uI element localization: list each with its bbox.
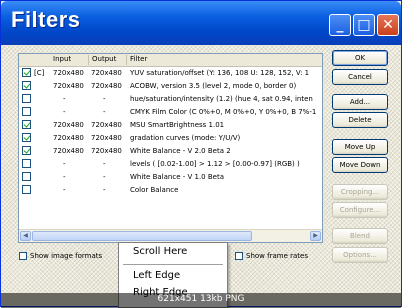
show-image-formats-checkbox[interactable] (19, 252, 27, 260)
show-image-formats-label: Show image formats (30, 252, 103, 260)
menu-separator (123, 264, 223, 265)
filters-window: Filters _ □ ✕ Input Output Filter [C] 72… (0, 0, 402, 308)
column-header-input[interactable]: Input (53, 55, 71, 63)
output-size: 720x480 (91, 134, 122, 142)
show-frame-rates-checkbox[interactable] (235, 252, 243, 260)
title-bar[interactable]: Filters _ □ ✕ (1, 1, 401, 45)
enable-checkbox[interactable] (22, 172, 31, 181)
output-size: - (103, 160, 106, 168)
ok-button[interactable]: OK (332, 50, 388, 66)
minimize-button[interactable]: _ (329, 14, 351, 36)
filter-name: YUV saturation/offset (Y: 136, 108 U: 12… (130, 69, 310, 77)
filter-list[interactable]: Input Output Filter [C] 720x480 720x480 … (18, 53, 323, 243)
enable-checkbox[interactable] (22, 68, 31, 77)
list-header: Input Output Filter (19, 54, 322, 67)
filter-name: hue/saturation/intensity (1.2) (hue 4, s… (130, 95, 313, 103)
column-header-output[interactable]: Output (92, 55, 116, 63)
cache-flag: [C] (34, 69, 45, 77)
input-size: 720x480 (53, 69, 84, 77)
list-item[interactable]: [C] 720x480 720x480 YUV saturation/offse… (19, 67, 322, 79)
filter-name: gradation curves (mode: Y/U/V) (130, 134, 241, 142)
filter-name: White Balance - V 1.0 Beta (130, 173, 224, 181)
list-item[interactable]: 720x480 720x480 White Balance - V 2.0 Be… (19, 145, 322, 157)
output-size: - (103, 186, 106, 194)
input-size: - (63, 160, 66, 168)
output-size: - (103, 173, 106, 181)
show-image-formats-option[interactable]: Show image formats (19, 252, 102, 260)
blend-button[interactable]: Blend (332, 228, 388, 244)
window-title: Filters (11, 7, 81, 32)
list-item[interactable]: - - hue/saturation/intensity (1.2) (hue … (19, 93, 322, 105)
enable-checkbox[interactable] (22, 94, 31, 103)
filter-name: MSU SmartBrightness 1.01 (130, 121, 225, 129)
input-size: - (63, 108, 66, 116)
output-size: - (103, 95, 106, 103)
cropping-button[interactable]: Cropping... (332, 184, 388, 200)
cancel-button[interactable]: Cancel (332, 69, 388, 85)
list-item[interactable]: 720x480 720x480 gradation curves (mode: … (19, 132, 322, 144)
output-size: - (103, 108, 106, 116)
enable-checkbox[interactable] (22, 159, 31, 168)
list-item[interactable]: - - White Balance - V 1.0 Beta (19, 171, 322, 183)
show-frame-rates-label: Show frame rates (246, 252, 308, 260)
input-size: - (63, 173, 66, 181)
add-button[interactable]: Add... (332, 94, 388, 110)
input-size: 720x480 (53, 147, 84, 155)
input-size: - (63, 186, 66, 194)
scrollbar-thumb[interactable] (32, 231, 252, 241)
image-info-bar: 621x451 13kb PNG (1, 293, 401, 308)
menu-item-scroll-here[interactable]: Scroll Here (133, 246, 187, 257)
list-item[interactable]: 720x480 720x480 ACOBW, version 3.5 (leve… (19, 80, 322, 92)
list-item[interactable]: - - Color Balance (19, 184, 322, 196)
filter-name: levels ( [0.02-1.00] > 1.12 > [0.00-0.97… (130, 160, 300, 168)
column-header-filter[interactable]: Filter (130, 55, 147, 63)
filter-name: Color Balance (130, 186, 179, 194)
output-size: 720x480 (91, 69, 122, 77)
close-button[interactable]: ✕ (377, 14, 399, 36)
list-item[interactable]: - - CMYK Film Color (C 0%+0, M 0%+0, Y 0… (19, 106, 322, 118)
image-info-text: 621x451 13kb PNG (157, 294, 245, 304)
input-size: - (63, 95, 66, 103)
show-frame-rates-option[interactable]: Show frame rates (235, 252, 308, 260)
maximize-button[interactable]: □ (353, 14, 375, 36)
output-size: 720x480 (91, 121, 122, 129)
scroll-right-arrow-icon[interactable]: ▶ (310, 231, 321, 241)
input-size: 720x480 (53, 134, 84, 142)
options-button[interactable]: Options... (332, 247, 388, 263)
scroll-left-arrow-icon[interactable]: ◀ (20, 231, 31, 241)
enable-checkbox[interactable] (22, 107, 31, 116)
list-item[interactable]: 720x480 720x480 MSU SmartBrightness 1.01 (19, 119, 322, 131)
list-item[interactable]: - - levels ( [0.02-1.00] > 1.12 > [0.00-… (19, 158, 322, 170)
configure-button[interactable]: Configure... (332, 202, 388, 218)
enable-checkbox[interactable] (22, 185, 31, 194)
move-down-button[interactable]: Move Down (332, 157, 388, 173)
output-size: 720x480 (91, 82, 122, 90)
enable-checkbox[interactable] (22, 120, 31, 129)
enable-checkbox[interactable] (22, 133, 31, 142)
enable-checkbox[interactable] (22, 146, 31, 155)
menu-item-left-edge[interactable]: Left Edge (133, 270, 180, 281)
move-up-button[interactable]: Move Up (332, 139, 388, 155)
horizontal-scrollbar[interactable]: ◀ ▶ (19, 229, 322, 242)
filter-name: CMYK Film Color (C 0%+0, M 0%+0, Y 0%+0,… (130, 108, 317, 116)
enable-checkbox[interactable] (22, 81, 31, 90)
filter-name: White Balance - V 2.0 Beta 2 (130, 147, 231, 155)
output-size: 720x480 (91, 147, 122, 155)
delete-button[interactable]: Delete (332, 112, 388, 128)
input-size: 720x480 (53, 82, 84, 90)
filter-name: ACOBW, version 3.5 (level 2, mode 0, bor… (130, 82, 297, 90)
input-size: 720x480 (53, 121, 84, 129)
